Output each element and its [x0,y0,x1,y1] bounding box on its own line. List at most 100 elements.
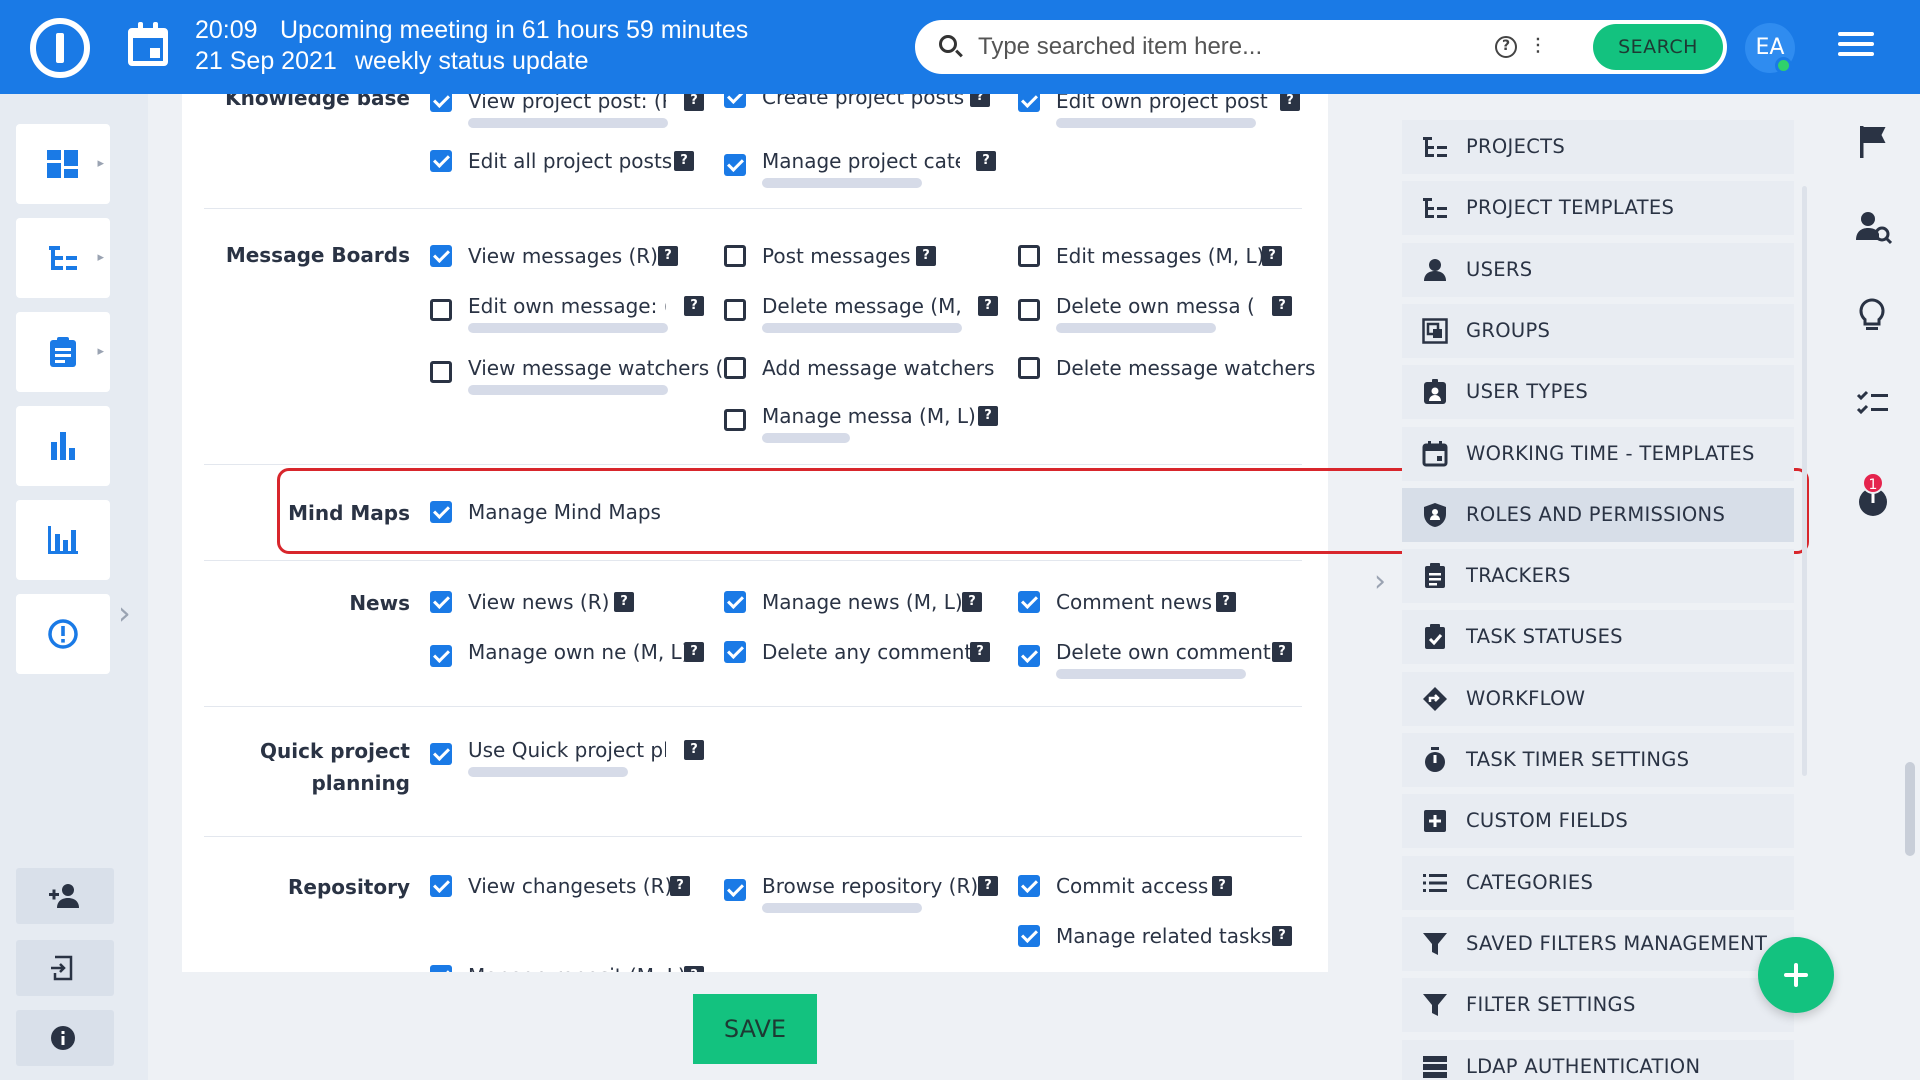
checkbox[interactable] [724,591,746,613]
checkbox[interactable] [724,245,746,267]
checkbox[interactable] [1018,591,1040,613]
admin-menu-scrollbar[interactable] [1802,186,1807,776]
list-icon [1422,870,1448,896]
checkbox[interactable] [430,645,452,667]
admin-menu-item[interactable]: CUSTOM FIELDS [1402,794,1794,849]
help-icon[interactable]: ? [1495,36,1517,58]
checkbox[interactable] [1018,94,1040,112]
checkbox[interactable] [430,743,452,765]
checkbox[interactable] [724,299,746,321]
help-icon[interactable]: ? [978,876,998,896]
help-icon[interactable]: ? [1262,246,1282,266]
help-icon[interactable]: ? [978,406,998,426]
search-input[interactable] [978,30,1378,64]
search-button[interactable]: SEARCH [1593,24,1723,70]
checkbox[interactable] [430,94,452,112]
lightbulb-icon[interactable] [1856,298,1888,334]
admin-menu-item[interactable]: WORKING TIME - TEMPLATES [1402,426,1794,481]
checkbox[interactable] [724,357,746,379]
section-label-line-2: planning [311,771,410,795]
tasks-button[interactable]: ▸ [16,312,110,392]
help-icon[interactable]: ? [684,966,704,972]
upcoming-meeting-info[interactable]: 20:09 Upcoming meeting in 61 hours 59 min… [195,15,748,77]
checkbox[interactable] [724,94,746,108]
checkbox[interactable] [430,965,452,972]
page-scrollbar-thumb[interactable] [1905,762,1915,856]
help-icon[interactable]: ? [684,740,704,760]
checkbox[interactable] [1018,645,1040,667]
checkbox[interactable] [430,299,452,321]
help-icon[interactable]: ? [614,592,634,612]
help-icon[interactable]: ? [658,246,678,266]
user-search-icon[interactable] [1856,210,1892,246]
checkbox[interactable] [430,150,452,172]
checkbox[interactable] [724,879,746,901]
help-icon[interactable]: ? [976,151,996,171]
shield-icon [1422,502,1448,528]
add-new-button[interactable] [1758,937,1834,1013]
admin-menu-item[interactable]: TASK STATUSES [1402,610,1794,665]
save-button[interactable]: SAVE [693,994,817,1064]
expand-sidebar-chevron-icon[interactable]: › [118,594,131,632]
help-icon[interactable]: ? [1212,876,1232,896]
admin-menu-item[interactable]: USERS [1402,242,1794,297]
help-icon[interactable]: ? [684,642,704,662]
checkbox[interactable] [430,245,452,267]
checkbox[interactable] [1018,875,1040,897]
admin-menu-item[interactable]: PROJECT TEMPLATES [1402,181,1794,236]
checkbox[interactable] [724,154,746,176]
help-icon[interactable]: ? [978,296,998,316]
projects-button[interactable]: ▸ [16,218,110,298]
checklist-icon[interactable] [1856,390,1890,420]
help-icon[interactable]: ? [1272,926,1292,946]
checkbox[interactable] [1018,925,1040,947]
help-icon[interactable]: ? [1216,592,1236,612]
checkbox[interactable] [430,875,452,897]
checkbox[interactable] [1018,299,1040,321]
help-icon[interactable]: ? [970,94,990,107]
reports-button[interactable] [16,406,110,486]
dashboard-button[interactable]: ▸ [16,124,110,204]
info-button[interactable] [16,1010,114,1066]
server-icon [1422,1054,1448,1080]
admin-menu-label: CUSTOM FIELDS [1466,809,1628,833]
filter-settings-icon[interactable]: ⫶ [1535,35,1541,60]
admin-menu-label: CATEGORIES [1466,870,1594,894]
admin-menu-item[interactable]: USER TYPES [1402,365,1794,420]
invite-user-button[interactable] [16,868,114,924]
help-icon[interactable]: ? [1280,94,1300,111]
admin-menu-item[interactable]: PROJECTS [1402,120,1794,174]
checkbox[interactable] [724,409,746,431]
checkbox[interactable] [1018,245,1040,267]
admin-menu-item[interactable]: FILTER SETTINGS [1402,978,1794,1033]
help-icon[interactable]: ? [970,642,990,662]
help-icon[interactable]: ? [962,592,982,612]
admin-menu-item[interactable]: GROUPS [1402,303,1794,358]
admin-menu-item[interactable]: TRACKERS [1402,549,1794,604]
help-icon[interactable]: ? [670,876,690,896]
alerts-button[interactable] [16,594,110,674]
statistics-button[interactable] [16,500,110,580]
admin-menu-item[interactable]: TASK TIMER SETTINGS [1402,733,1794,787]
app-logo-icon[interactable] [30,18,90,78]
checkbox[interactable] [430,591,452,613]
help-icon[interactable]: ? [1272,296,1292,316]
checkbox[interactable] [1018,357,1040,379]
sign-out-button[interactable] [16,940,114,996]
checkbox[interactable] [430,361,452,383]
admin-menu-item[interactable]: LDAP AUTHENTICATION [1402,1039,1794,1080]
admin-menu-item[interactable]: WORKFLOW [1402,671,1794,726]
help-icon[interactable]: ? [684,94,704,111]
admin-menu-item[interactable]: SAVED FILTERS MANAGEMENT [1402,916,1794,971]
calendar-icon[interactable] [128,22,168,66]
help-icon[interactable]: ? [684,296,704,316]
checkbox[interactable] [724,641,746,663]
help-icon[interactable]: ? [916,246,936,266]
hamburger-menu-icon[interactable] [1838,32,1874,60]
help-icon[interactable]: ? [1272,642,1292,662]
admin-menu-item[interactable]: CATEGORIES [1402,855,1794,910]
help-icon[interactable]: ? [674,151,694,171]
flag-icon[interactable] [1856,124,1890,160]
admin-menu-item[interactable]: ROLES AND PERMISSIONS [1402,487,1794,542]
expand-admin-menu-chevron-icon[interactable]: › [1374,564,1386,599]
